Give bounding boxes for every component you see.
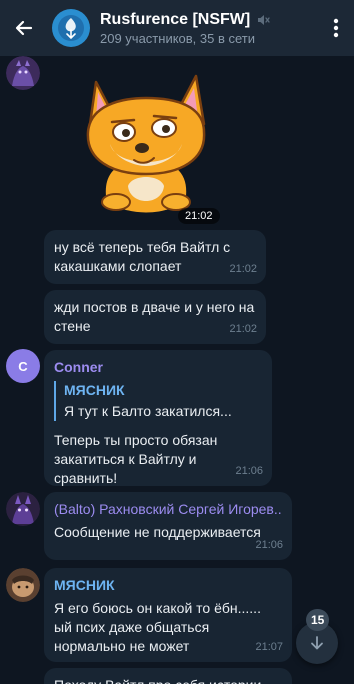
reply-quote[interactable]: МЯСНИК Я тут к Балто закатился...: [54, 381, 262, 421]
message-bubble[interactable]: Походу Вайтл про себя истории: [44, 668, 292, 684]
sender-name[interactable]: МЯСНИК: [54, 576, 282, 595]
message-text: Походу Вайтл про себя истории: [54, 676, 282, 684]
message-text: Я его боюсь он какой то ёбн...... ый пси…: [54, 600, 261, 654]
chat-title: Rusfurence [NSFW]: [100, 10, 251, 28]
message-text: ну всё теперь тебя Вайтл с какашками сло…: [54, 239, 231, 274]
message-text: Теперь ты просто обязан закатиться к Вай…: [54, 432, 218, 486]
avatar-letter: C: [18, 358, 28, 374]
chat-header: Rusfurence [NSFW] 209 участников, 35 в с…: [0, 0, 354, 56]
speaker-muted-icon: [258, 14, 270, 25]
message-list[interactable]: 21:02 ну всё теперь тебя Вайтл с какашка…: [0, 56, 354, 684]
orange-fox-sticker: [86, 74, 206, 213]
message-time: 21:06: [235, 465, 263, 477]
message-bubble[interactable]: МЯСНИК Я его боюсь он какой то ёбн......…: [44, 568, 292, 662]
message-time: 21:02: [229, 323, 257, 335]
sender-avatar[interactable]: [6, 568, 40, 602]
message-bubble[interactable]: жди постов в дваче и у него на стене 21:…: [44, 290, 266, 344]
back-button[interactable]: [0, 0, 48, 56]
chat-subtitle: 209 участников, 35 в сети: [100, 30, 255, 46]
message-bubble[interactable]: ну всё теперь тебя Вайтл с какашками сло…: [44, 230, 266, 284]
group-logo-icon: [58, 15, 84, 41]
chat-title-area[interactable]: Rusfurence [NSFW] 209 участников, 35 в с…: [100, 11, 318, 46]
vertical-dots-icon: [333, 18, 339, 38]
message-text: жди постов в дваче и у него на стене: [54, 299, 255, 334]
chevron-down-icon: [311, 636, 323, 650]
reply-author: МЯСНИК: [64, 382, 125, 398]
message-time: 21:02: [229, 263, 257, 275]
sender-name[interactable]: Conner: [54, 358, 262, 377]
message-text: Сообщение не поддерживается: [54, 524, 261, 540]
sticker-message[interactable]: [76, 68, 216, 224]
menu-button[interactable]: [318, 0, 354, 56]
unread-count-badge: 15: [306, 609, 330, 631]
sender-name[interactable]: (Balto) Рахновский Сергей Игорев...: [54, 500, 282, 519]
message-bubble[interactable]: (Balto) Рахновский Сергей Игорев... Сооб…: [44, 492, 292, 560]
sender-avatar[interactable]: [6, 56, 40, 90]
sticker-timestamp: 21:02: [178, 208, 220, 224]
message-bubble[interactable]: Conner МЯСНИК Я тут к Балто закатился...…: [44, 350, 272, 486]
sender-avatar[interactable]: [6, 492, 40, 526]
message-time: 21:07: [255, 641, 283, 653]
sender-avatar[interactable]: C: [6, 349, 40, 383]
reply-text: Я тут к Балто закатился...: [64, 403, 232, 419]
arrow-left-icon: [15, 20, 33, 36]
message-time: 21:06: [255, 539, 283, 551]
group-avatar[interactable]: [52, 9, 90, 47]
